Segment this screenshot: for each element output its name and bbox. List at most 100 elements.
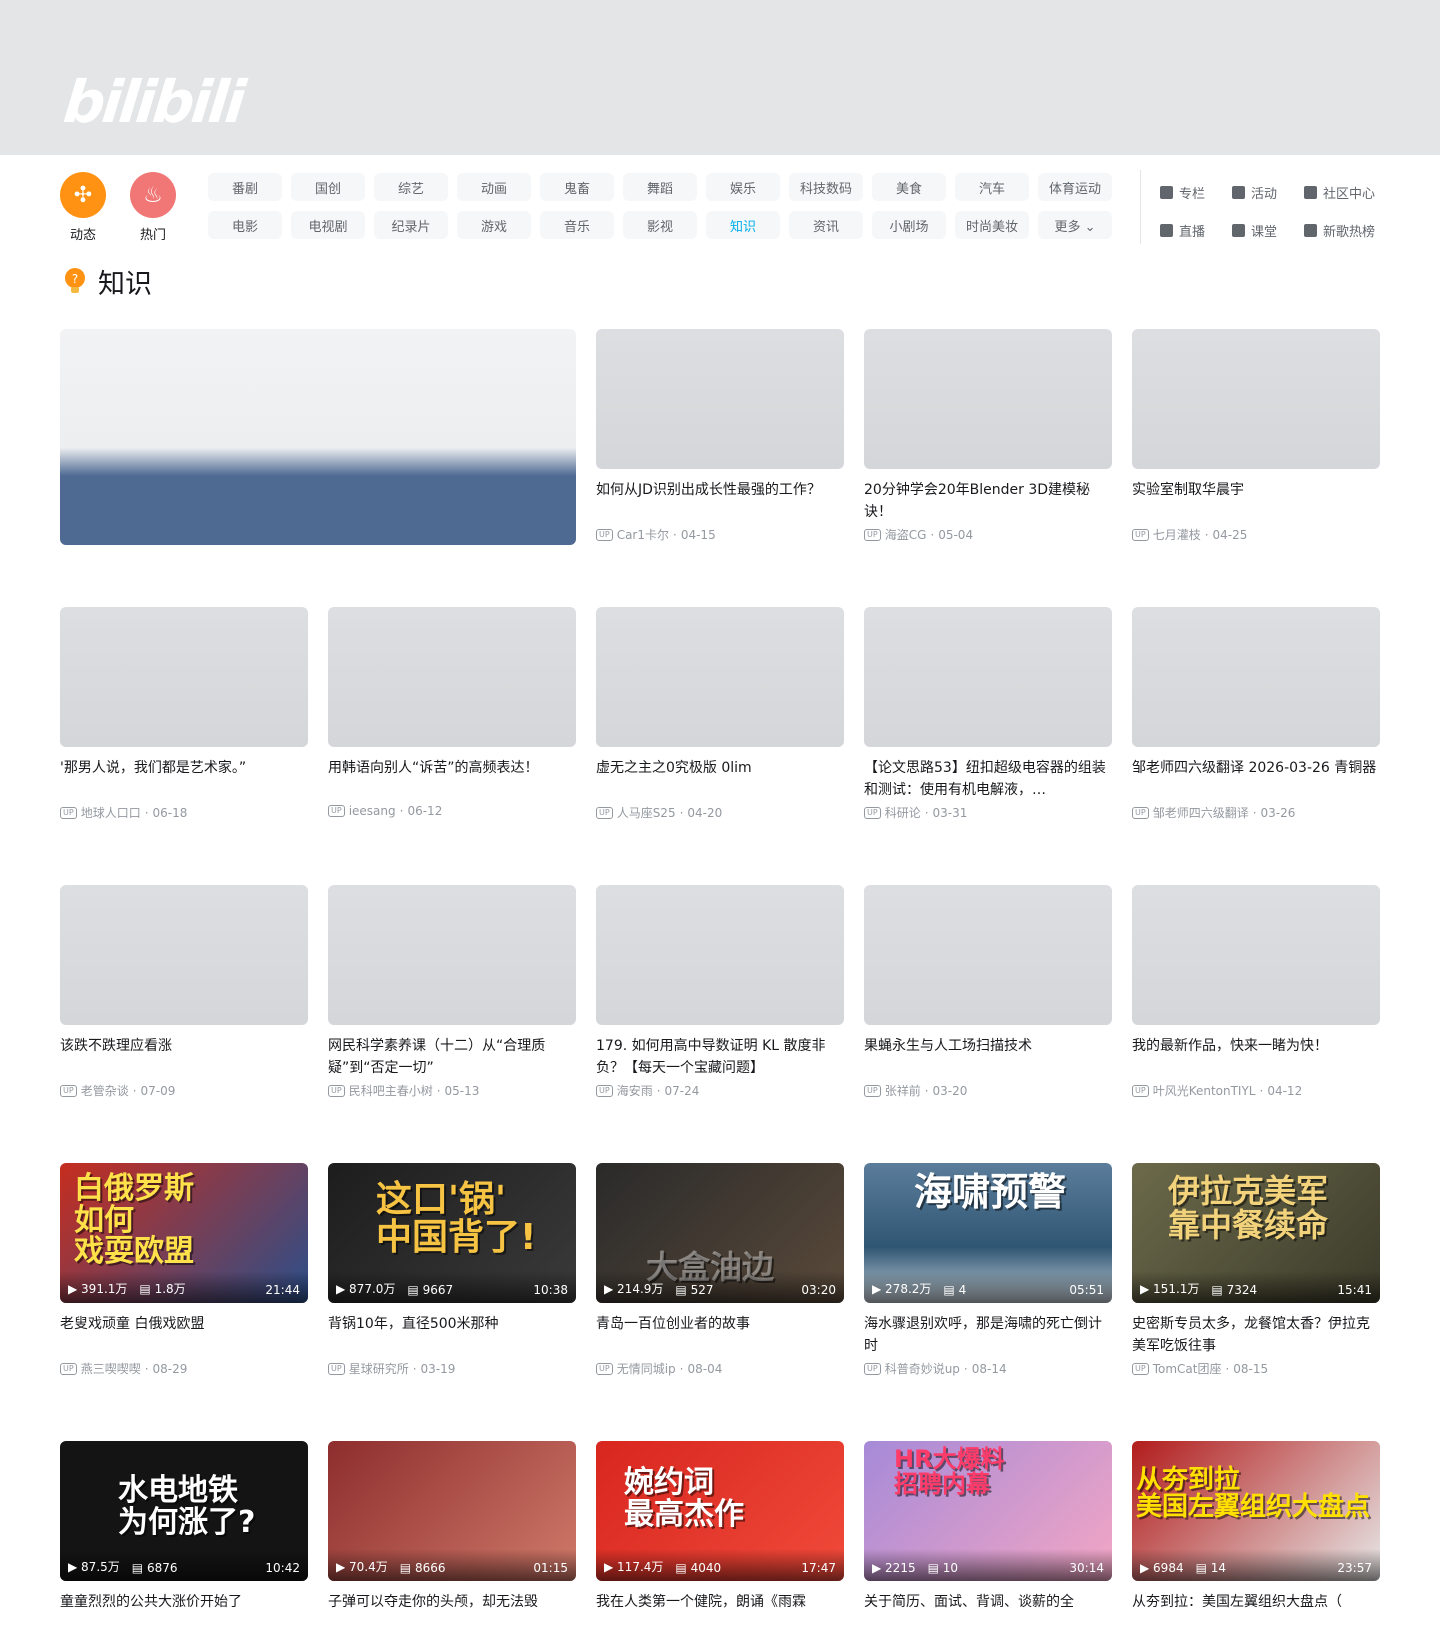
hot-button[interactable]: ♨ 热门 <box>130 172 176 243</box>
video-thumbnail[interactable] <box>328 885 576 1025</box>
video-card[interactable]: 179. 如何用高中导数证明 KL 散度非负？【每天一个宝藏问题】 UP 海安雨 · 0… <box>596 885 844 1099</box>
video-thumbnail[interactable] <box>1132 607 1380 747</box>
video-thumbnail[interactable] <box>596 607 844 747</box>
channel-row2-10[interactable]: 更多 ⌄ <box>1038 211 1112 239</box>
video-title[interactable]: 20分钟学会20年Blender 3D建模秘诀！ <box>864 479 1112 523</box>
channel-row2-9[interactable]: 时尚美妆 <box>955 211 1029 239</box>
channel-row2-4[interactable]: 音乐 <box>540 211 614 239</box>
video-card[interactable]: '那男人说，我们都是艺术家。” UP 地球人口口 · 06-18 <box>60 607 308 821</box>
uploader-name[interactable]: 叶风光KentonTIYL <box>1153 1082 1256 1099</box>
video-title[interactable]: 虚无之主之0究极版 0lim <box>596 757 844 801</box>
video-title[interactable]: 【论文思路53】纽扣超级电容器的组装和测试：使用有机电解液，… <box>864 757 1112 801</box>
channel-row2-7[interactable]: 资讯 <box>789 211 863 239</box>
video-thumbnail[interactable]: 水电地铁 为何涨了? ▶ 87.5万 ▤ 6876 10:42 <box>60 1441 308 1581</box>
video-title[interactable]: 实验室制取华晨宇 <box>1132 479 1380 523</box>
channel-row1-2[interactable]: 综艺 <box>374 173 448 201</box>
channel-row1-5[interactable]: 舞蹈 <box>623 173 697 201</box>
video-thumbnail[interactable] <box>596 329 844 469</box>
video-thumbnail[interactable]: 大盒油边 ▶ 214.9万 ▤ 527 03:20 <box>596 1163 844 1303</box>
uploader-name[interactable]: 科普奇妙说up <box>885 1360 960 1377</box>
channel-row2-3[interactable]: 游戏 <box>457 211 531 239</box>
video-thumbnail[interactable]: 这口'锅' 中国背了! ▶ 877.0万 ▤ 9667 10:38 <box>328 1163 576 1303</box>
right-link-5[interactable]: 新歌热榜 <box>1304 221 1375 240</box>
featured-banner[interactable] <box>60 329 576 545</box>
video-card[interactable]: 20分钟学会20年Blender 3D建模秘诀！ UP 海盗CG · 05-04 <box>864 329 1112 543</box>
video-title[interactable]: 关于简历、面试、背调、谈薪的全 <box>864 1591 1112 1635</box>
right-link-2[interactable]: 社区中心 <box>1304 183 1375 202</box>
video-title[interactable]: 子弹可以夺走你的头颅，却无法毁 <box>328 1591 576 1635</box>
video-card[interactable]: 如何从JD识别出成长性最强的工作？ UP Car1卡尔 · 04-15 <box>596 329 844 543</box>
video-title[interactable]: 该跌不跌理应看涨 <box>60 1035 308 1079</box>
channel-row2-1[interactable]: 电视剧 <box>291 211 365 239</box>
right-link-4[interactable]: 课堂 <box>1232 221 1277 240</box>
uploader-name[interactable]: 科研论 <box>885 804 921 821</box>
uploader-name[interactable]: 七月灌枝 <box>1153 526 1201 543</box>
channel-row1-10[interactable]: 体育运动 <box>1038 173 1112 201</box>
video-thumbnail[interactable]: HR大爆料 招聘内幕 ▶ 2215 ▤ 10 30:14 <box>864 1441 1112 1581</box>
video-title[interactable]: 从夯到拉：美国左翼组织大盘点（ <box>1132 1591 1380 1635</box>
bilibili-logo[interactable]: bilibili <box>60 68 245 136</box>
video-thumbnail[interactable] <box>1132 329 1380 469</box>
channel-row2-6[interactable]: 知识 <box>706 211 780 239</box>
channel-row2-2[interactable]: 纪录片 <box>374 211 448 239</box>
video-thumbnail[interactable]: 婉约词 最高杰作 ▶ 117.4万 ▤ 4040 17:47 <box>596 1441 844 1581</box>
video-thumbnail[interactable]: 伊拉克美军 靠中餐续命 ▶ 151.1万 ▤ 7324 15:41 <box>1132 1163 1380 1303</box>
uploader-name[interactable]: 无情同城ip <box>617 1360 676 1377</box>
video-title[interactable]: 我在人类第一个健院，朗诵《雨霖 <box>596 1591 844 1635</box>
video-title[interactable]: 如何从JD识别出成长性最强的工作？ <box>596 479 844 523</box>
channel-row1-1[interactable]: 国创 <box>291 173 365 201</box>
channel-row2-0[interactable]: 电影 <box>208 211 282 239</box>
video-card[interactable]: 伊拉克美军 靠中餐续命 ▶ 151.1万 ▤ 7324 15:41 史密斯专员太多，龙餐… <box>1132 1163 1380 1377</box>
video-card[interactable]: 邹老师四六级翻译 2026-03-26 青铜器 UP 邹老师四六级翻译 · 03-26 <box>1132 607 1380 821</box>
video-thumbnail[interactable]: 海啸预警 ▶ 278.2万 ▤ 4 05:51 <box>864 1163 1112 1303</box>
video-card[interactable]: 我的最新作品，快来一睹为快！ UP 叶风光KentonTIYL · 04-12 <box>1132 885 1380 1099</box>
video-thumbnail[interactable] <box>864 607 1112 747</box>
video-title[interactable]: 童童烈烈的公共大涨价开始了 <box>60 1591 308 1635</box>
video-title[interactable]: 179. 如何用高中导数证明 KL 散度非负？【每天一个宝藏问题】 <box>596 1035 844 1079</box>
video-title[interactable]: 我的最新作品，快来一睹为快！ <box>1132 1035 1380 1079</box>
channel-row1-3[interactable]: 动画 <box>457 173 531 201</box>
channel-row2-5[interactable]: 影视 <box>623 211 697 239</box>
uploader-name[interactable]: ieesang <box>349 804 396 818</box>
channel-row1-7[interactable]: 科技数码 <box>789 173 863 201</box>
video-title[interactable]: 用韩语向别人“诉苦”的高频表达！ <box>328 757 576 801</box>
uploader-name[interactable]: 海盗CG <box>885 526 927 543</box>
uploader-name[interactable]: Car1卡尔 <box>617 526 669 543</box>
uploader-name[interactable]: TomCat团座 <box>1153 1360 1222 1377</box>
video-card[interactable]: 实验室制取华晨宇 UP 七月灌枝 · 04-25 <box>1132 329 1380 543</box>
video-title[interactable]: 邹老师四六级翻译 2026-03-26 青铜器 <box>1132 757 1380 801</box>
video-card[interactable]: 这口'锅' 中国背了! ▶ 877.0万 ▤ 9667 10:38 背锅10年，直径50… <box>328 1163 576 1377</box>
video-card[interactable]: 【论文思路53】纽扣超级电容器的组装和测试：使用有机电解液，… UP 科研论 · 03-… <box>864 607 1112 821</box>
right-link-1[interactable]: 活动 <box>1232 183 1277 202</box>
video-card[interactable]: 果蝇永生与人工场扫描技术 UP 张祥前 · 03-20 <box>864 885 1112 1099</box>
channel-row1-8[interactable]: 美食 <box>872 173 946 201</box>
video-title[interactable]: 海水骤退别欢呼，那是海啸的死亡倒计时 <box>864 1313 1112 1357</box>
channel-row2-8[interactable]: 小剧场 <box>872 211 946 239</box>
dynamic-button[interactable]: ✣ 动态 <box>60 172 106 243</box>
video-title[interactable]: 果蝇永生与人工场扫描技术 <box>864 1035 1112 1079</box>
uploader-name[interactable]: 海安雨 <box>617 1082 653 1099</box>
video-card[interactable]: HR大爆料 招聘内幕 ▶ 2215 ▤ 10 30:14 关于简历、面试、背调、谈薪的全 <box>864 1441 1112 1635</box>
video-thumbnail[interactable] <box>864 885 1112 1025</box>
video-card[interactable]: 网民科学素养课（十二）从“合理质疑”到“否定一切” UP 民科吧主春小树 · 05-13 <box>328 885 576 1099</box>
channel-row1-6[interactable]: 娱乐 <box>706 173 780 201</box>
channel-row1-0[interactable]: 番剧 <box>208 173 282 201</box>
video-thumbnail[interactable] <box>328 607 576 747</box>
video-thumbnail[interactable] <box>864 329 1112 469</box>
uploader-name[interactable]: 燕三喫喫喫 <box>81 1360 141 1377</box>
video-card[interactable]: 海啸预警 ▶ 278.2万 ▤ 4 05:51 海水骤退别欢呼，那是海啸的死亡倒计时 UP… <box>864 1163 1112 1377</box>
uploader-name[interactable]: 地球人口口 <box>81 804 141 821</box>
right-link-0[interactable]: 专栏 <box>1160 183 1205 202</box>
video-card[interactable]: 从夯到拉 美国左翼组织大盘点 ▶ 6984 ▤ 14 23:57 从夯到拉：美国左翼组织… <box>1132 1441 1380 1635</box>
video-card[interactable]: 婉约词 最高杰作 ▶ 117.4万 ▤ 4040 17:47 我在人类第一个健院，朗诵《… <box>596 1441 844 1635</box>
uploader-name[interactable]: 民科吧主春小树 <box>349 1082 433 1099</box>
video-title[interactable]: 史密斯专员太多，龙餐馆太香？伊拉克美军吃饭往事 <box>1132 1313 1380 1357</box>
video-card[interactable]: 用韩语向别人“诉苦”的高频表达！ UP ieesang · 06-12 <box>328 607 576 818</box>
video-thumbnail[interactable] <box>596 885 844 1025</box>
video-title[interactable]: '那男人说，我们都是艺术家。” <box>60 757 308 801</box>
video-card[interactable]: 虚无之主之0究极版 0lim UP 人马座S25 · 04-20 <box>596 607 844 821</box>
uploader-name[interactable]: 老管杂谈 <box>81 1082 129 1099</box>
channel-row1-9[interactable]: 汽车 <box>955 173 1029 201</box>
channel-row1-4[interactable]: 鬼畜 <box>540 173 614 201</box>
video-title[interactable]: 青岛一百位创业者的故事 <box>596 1313 844 1357</box>
